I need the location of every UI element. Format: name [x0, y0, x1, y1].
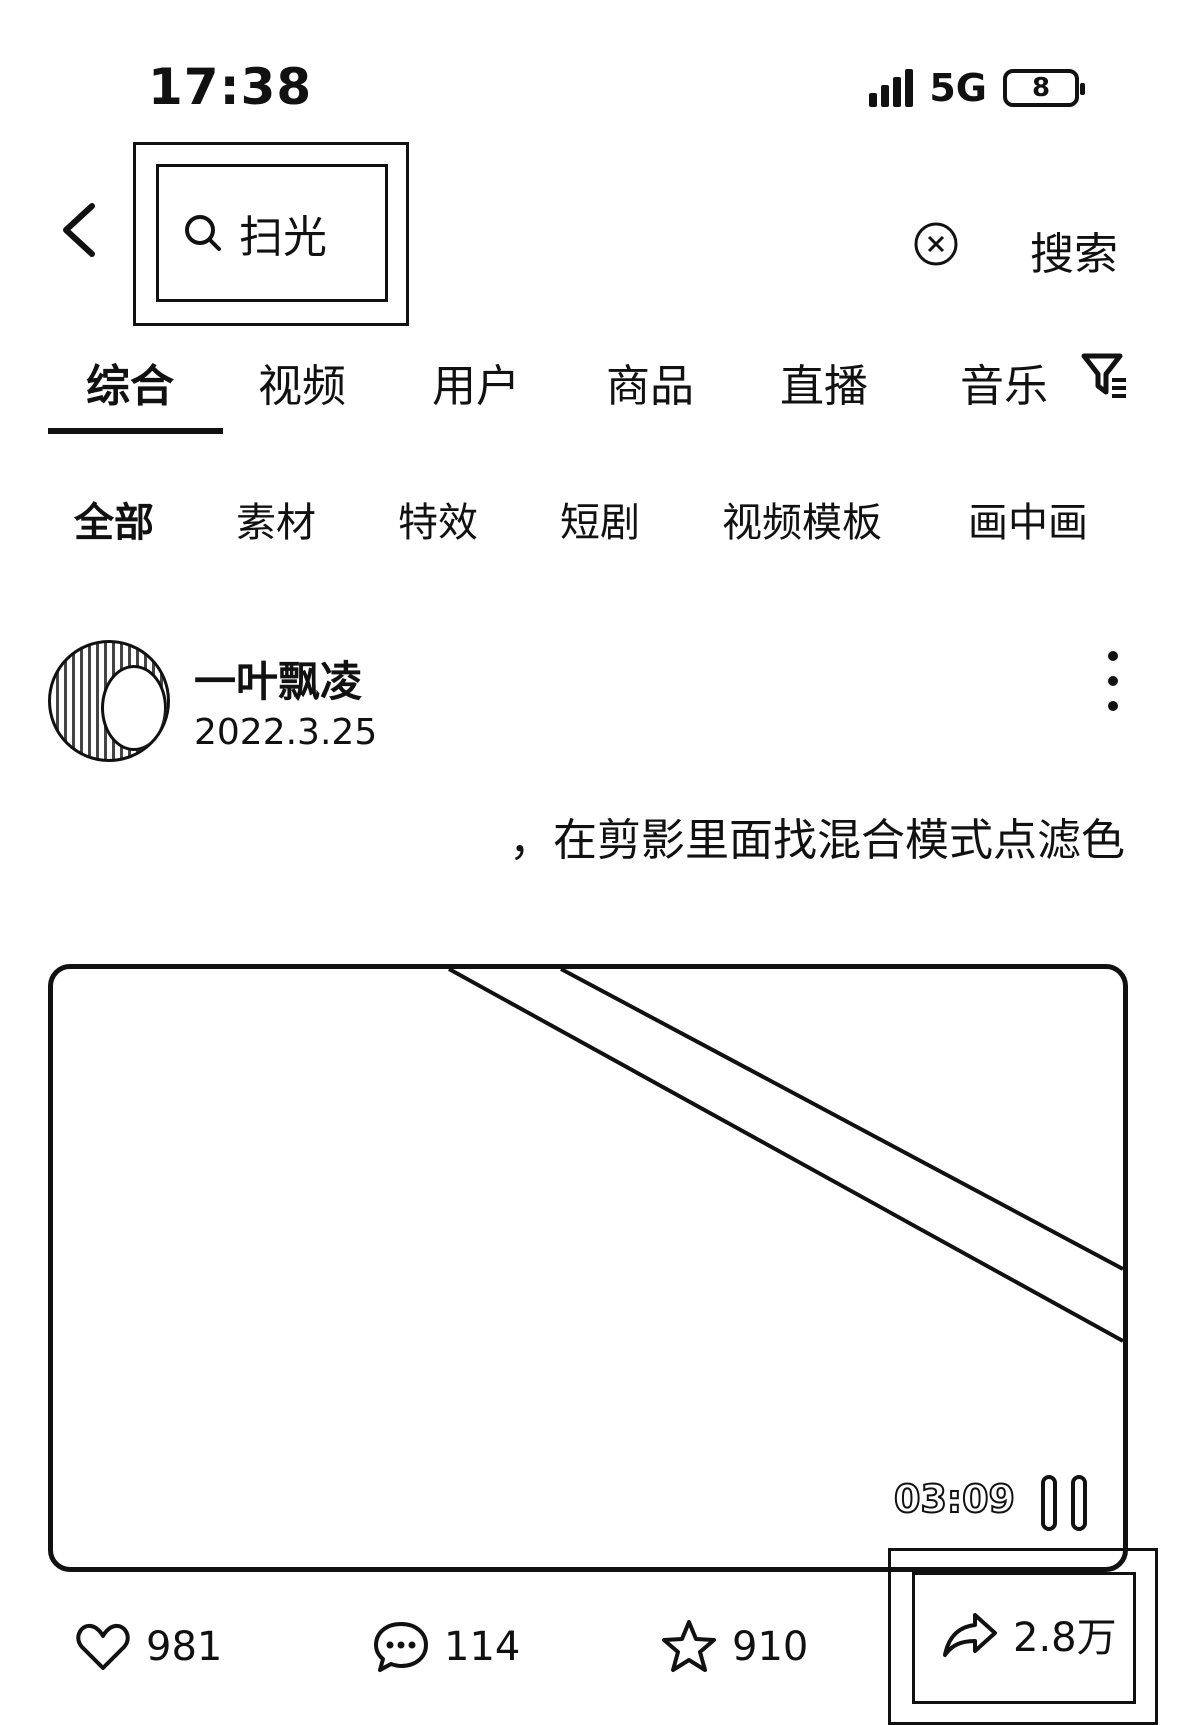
filter-icon[interactable] [1080, 350, 1130, 400]
tab-music-clip: 音乐 [960, 340, 1070, 420]
network-type: 5G [929, 66, 987, 110]
subtab-all[interactable]: 全部 [74, 490, 154, 548]
comment-button[interactable]: 114 [372, 1618, 520, 1676]
share-icon [943, 1613, 997, 1657]
share-button[interactable]: 2.8万 [912, 1572, 1136, 1704]
author-name[interactable]: 一叶飘凌 [194, 648, 362, 709]
heart-icon [76, 1624, 130, 1670]
subtab-video-template[interactable]: 视频模板 [722, 490, 882, 548]
tab-comprehensive[interactable]: 综合 [86, 350, 174, 414]
video-duration: 03:09 [893, 1476, 1016, 1522]
comment-icon [374, 1622, 428, 1672]
search-bar: 扫光 搜索 [0, 140, 1179, 326]
star-icon [662, 1620, 716, 1672]
post-caption: ，在剪影里面找混合模式点滤色 [509, 815, 1125, 866]
tab-video[interactable]: 视频 [258, 350, 346, 414]
avatar[interactable] [48, 640, 170, 762]
tab-music[interactable]: 音乐 [960, 350, 1048, 414]
sub-category-tabs: 全部 素材 特效 短剧 视频模板 画中画 [0, 490, 1179, 550]
category-tabs: 综合 视频 用户 商品 直播 音乐 [48, 340, 1148, 436]
like-button[interactable]: 981 [74, 1618, 222, 1676]
share-count: 2.8万 [1013, 1615, 1117, 1661]
favorite-count: 910 [732, 1624, 809, 1670]
video-player[interactable]: 03:09 [48, 964, 1128, 1572]
search-icon [185, 215, 221, 251]
subtab-short-drama[interactable]: 短剧 [560, 490, 640, 548]
active-tab-indicator [48, 428, 223, 434]
subtab-effects[interactable]: 特效 [398, 490, 478, 548]
post-date: 2022.3.25 [194, 712, 378, 753]
tab-live[interactable]: 直播 [780, 350, 868, 414]
tab-users[interactable]: 用户 [432, 350, 520, 414]
search-input[interactable]: 扫光 [156, 164, 388, 302]
status-indicators: 5G 8 [869, 66, 1085, 110]
search-button[interactable]: 搜索 [1030, 218, 1118, 282]
like-count: 981 [146, 1624, 223, 1670]
subtab-picture-in-picture[interactable]: 画中画 [968, 490, 1088, 548]
back-icon[interactable] [52, 200, 112, 260]
share-action[interactable]: 2.8万 [941, 1605, 1117, 1663]
comment-count: 114 [444, 1624, 521, 1670]
signal-icon [869, 69, 914, 107]
status-bar: 17:38 5G 8 [0, 0, 1179, 130]
tab-products[interactable]: 商品 [606, 350, 694, 414]
search-query: 扫光 [239, 212, 327, 263]
more-icon[interactable] [1102, 644, 1124, 718]
favorite-button[interactable]: 910 [660, 1618, 808, 1676]
clear-icon[interactable] [912, 220, 960, 268]
subtab-material[interactable]: 素材 [236, 490, 316, 548]
battery-level: 8 [1031, 73, 1051, 103]
battery-icon: 8 [1003, 69, 1085, 107]
status-time: 17:38 [148, 58, 313, 116]
pause-icon[interactable] [1041, 1475, 1087, 1531]
